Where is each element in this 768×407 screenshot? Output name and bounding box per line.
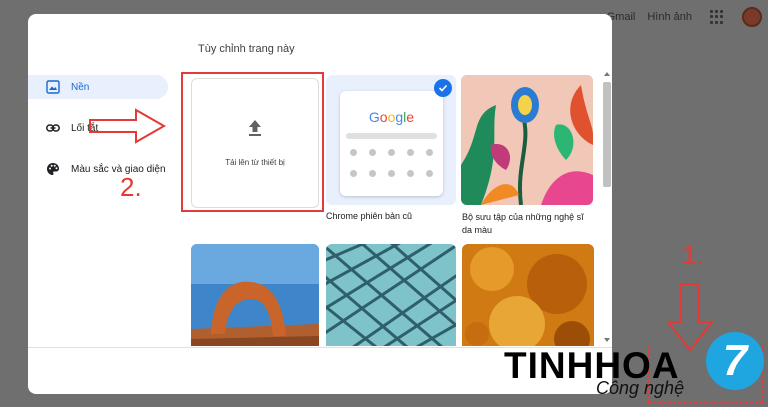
google-preview-card: Google — [340, 91, 443, 196]
search-bar-preview — [346, 133, 437, 139]
step-1-label: 1. — [682, 240, 704, 270]
step-2-label: 2. — [120, 172, 142, 202]
arch-image — [191, 244, 319, 346]
watermark-badge: 7 — [706, 332, 764, 390]
glass-building-tile[interactable] — [326, 244, 456, 346]
upload-highlight-box — [181, 72, 324, 212]
scroll-thumb[interactable] — [603, 82, 611, 187]
classic-chrome-caption: Chrome phiên bản cũ — [326, 211, 413, 221]
apps-grid-icon[interactable] — [710, 10, 724, 24]
watermark-badge-number: 7 — [722, 336, 748, 385]
images-link[interactable]: Hình ảnh — [647, 11, 692, 23]
link-icon — [46, 121, 60, 135]
gallery-scrollbar[interactable] — [603, 72, 611, 342]
orange-texture-image — [462, 244, 594, 346]
dialog-title: Tùy chỉnh trang này — [198, 43, 295, 55]
art-collection-tile[interactable] — [461, 75, 593, 205]
check-icon — [434, 79, 452, 97]
annotation-arrow-right-icon — [89, 108, 167, 144]
sidebar-item-background[interactable]: Nền — [28, 75, 168, 99]
glass-building-image — [326, 244, 456, 346]
sidebar-item-label: Nền — [71, 81, 90, 93]
image-icon — [46, 80, 60, 94]
google-logo: Google — [368, 109, 415, 125]
avatar[interactable] — [742, 7, 762, 27]
shortcut-dots — [350, 149, 433, 177]
sidebar-item-label: Màu sắc và giao diện — [71, 163, 166, 175]
orange-texture-tile[interactable] — [462, 244, 594, 346]
art-collection-caption: Bộ sưu tập của những nghệ sĩ da màu — [462, 212, 584, 235]
watermark-subtitle: Công nghệ — [596, 378, 685, 398]
google-topbar: Gmail Hình ảnh — [607, 0, 768, 34]
sidebar-item-colors[interactable]: Màu sắc và giao diện — [28, 157, 168, 181]
classic-chrome-tile[interactable]: Google — [326, 75, 456, 205]
landscape-arch-tile[interactable] — [191, 244, 319, 346]
tinhhoa-watermark: TINHHOA Công nghệ 7 — [500, 332, 768, 400]
art-collection-image — [461, 75, 593, 205]
palette-icon — [46, 162, 60, 176]
scroll-up-arrow-icon[interactable] — [604, 72, 610, 76]
